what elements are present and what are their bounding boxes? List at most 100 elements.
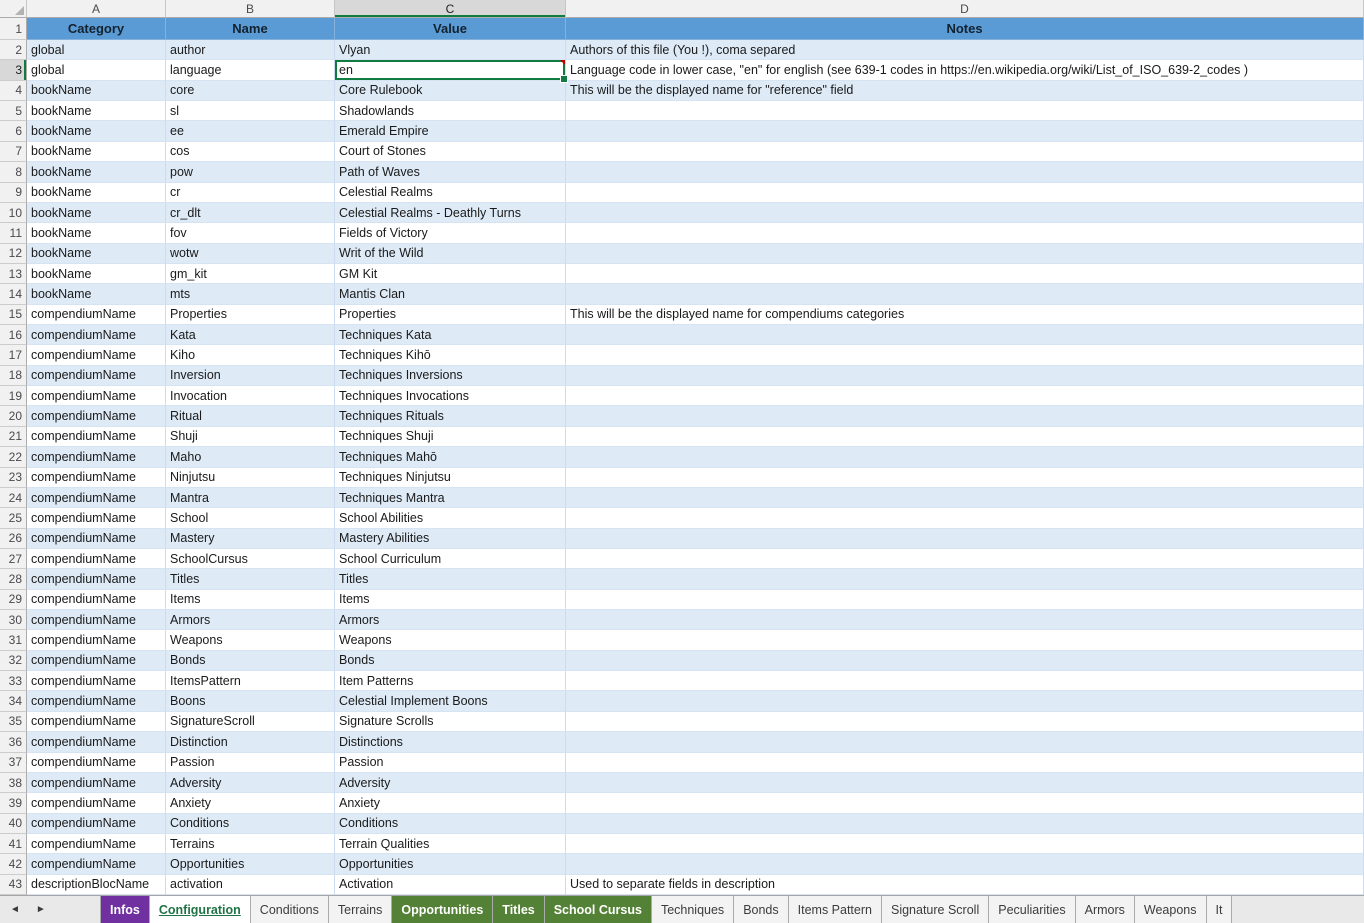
cell-C18[interactable]: Techniques Inversions <box>335 366 566 386</box>
cell-C16[interactable]: Techniques Kata <box>335 325 566 345</box>
cell-C33[interactable]: Item Patterns <box>335 671 566 691</box>
row-header-23[interactable]: 23 <box>0 468 27 488</box>
cell-B27[interactable]: SchoolCursus <box>166 549 335 569</box>
cell-A34[interactable]: compendiumName <box>27 691 166 711</box>
cell-D25[interactable] <box>566 508 1364 528</box>
cell-A19[interactable]: compendiumName <box>27 386 166 406</box>
cell-B28[interactable]: Titles <box>166 569 335 589</box>
cell-A5[interactable]: bookName <box>27 101 166 121</box>
cell-D38[interactable] <box>566 773 1364 793</box>
row-header-42[interactable]: 42 <box>0 854 27 874</box>
cell-A38[interactable]: compendiumName <box>27 773 166 793</box>
cell-D33[interactable] <box>566 671 1364 691</box>
cell-D2[interactable]: Authors of this file (You !), coma separ… <box>566 40 1364 60</box>
cell-A6[interactable]: bookName <box>27 121 166 141</box>
cell-A17[interactable]: compendiumName <box>27 345 166 365</box>
row-header-26[interactable]: 26 <box>0 529 27 549</box>
header-cell-name[interactable]: Name <box>166 18 335 40</box>
cell-B13[interactable]: gm_kit <box>166 264 335 284</box>
cell-C31[interactable]: Weapons <box>335 630 566 650</box>
row-header-20[interactable]: 20 <box>0 406 27 426</box>
cell-C22[interactable]: Techniques Mahō <box>335 447 566 467</box>
cell-B10[interactable]: cr_dlt <box>166 203 335 223</box>
cell-A30[interactable]: compendiumName <box>27 610 166 630</box>
cell-C41[interactable]: Terrain Qualities <box>335 834 566 854</box>
cell-D36[interactable] <box>566 732 1364 752</box>
sheet-tab-terrains[interactable]: Terrains <box>329 896 392 923</box>
row-header-33[interactable]: 33 <box>0 671 27 691</box>
cell-B29[interactable]: Items <box>166 590 335 610</box>
cell-C8[interactable]: Path of Waves <box>335 162 566 182</box>
cell-A32[interactable]: compendiumName <box>27 651 166 671</box>
cell-A14[interactable]: bookName <box>27 284 166 304</box>
cell-B43[interactable]: activation <box>166 875 335 895</box>
cell-B38[interactable]: Adversity <box>166 773 335 793</box>
cell-D13[interactable] <box>566 264 1364 284</box>
cell-A4[interactable]: bookName <box>27 81 166 101</box>
cell-A37[interactable]: compendiumName <box>27 753 166 773</box>
row-header-4[interactable]: 4 <box>0 81 27 101</box>
cell-B36[interactable]: Distinction <box>166 732 335 752</box>
cell-D23[interactable] <box>566 468 1364 488</box>
cell-A42[interactable]: compendiumName <box>27 854 166 874</box>
cell-C26[interactable]: Mastery Abilities <box>335 529 566 549</box>
cell-A25[interactable]: compendiumName <box>27 508 166 528</box>
cell-B20[interactable]: Ritual <box>166 406 335 426</box>
cell-B12[interactable]: wotw <box>166 244 335 264</box>
cell-C10[interactable]: Celestial Realms - Deathly Turns <box>335 203 566 223</box>
sheet-nav-right-icon[interactable]: ► <box>36 904 46 915</box>
cell-D8[interactable] <box>566 162 1364 182</box>
row-header-30[interactable]: 30 <box>0 610 27 630</box>
cell-C24[interactable]: Techniques Mantra <box>335 488 566 508</box>
cell-B16[interactable]: Kata <box>166 325 335 345</box>
cell-B21[interactable]: Shuji <box>166 427 335 447</box>
row-header-28[interactable]: 28 <box>0 569 27 589</box>
cell-B14[interactable]: mts <box>166 284 335 304</box>
row-header-12[interactable]: 12 <box>0 244 27 264</box>
cell-D29[interactable] <box>566 590 1364 610</box>
row-header-39[interactable]: 39 <box>0 793 27 813</box>
cell-A28[interactable]: compendiumName <box>27 569 166 589</box>
sheet-tab-conditions[interactable]: Conditions <box>251 896 329 923</box>
row-header-5[interactable]: 5 <box>0 101 27 121</box>
sheet-tab-opportunities[interactable]: Opportunities <box>392 896 493 923</box>
cell-C34[interactable]: Celestial Implement Boons <box>335 691 566 711</box>
cell-B33[interactable]: ItemsPattern <box>166 671 335 691</box>
cell-A35[interactable]: compendiumName <box>27 712 166 732</box>
cell-D20[interactable] <box>566 406 1364 426</box>
cell-C43[interactable]: Activation <box>335 875 566 895</box>
cell-A40[interactable]: compendiumName <box>27 814 166 834</box>
row-header-37[interactable]: 37 <box>0 753 27 773</box>
cell-D9[interactable] <box>566 183 1364 203</box>
cell-A27[interactable]: compendiumName <box>27 549 166 569</box>
cell-B9[interactable]: cr <box>166 183 335 203</box>
cell-B30[interactable]: Armors <box>166 610 335 630</box>
row-header-22[interactable]: 22 <box>0 447 27 467</box>
cell-C30[interactable]: Armors <box>335 610 566 630</box>
cell-A18[interactable]: compendiumName <box>27 366 166 386</box>
column-header-d[interactable]: D <box>566 0 1364 18</box>
row-header-14[interactable]: 14 <box>0 284 27 304</box>
row-header-36[interactable]: 36 <box>0 732 27 752</box>
cell-D42[interactable] <box>566 854 1364 874</box>
cell-C40[interactable]: Conditions <box>335 814 566 834</box>
column-header-b[interactable]: B <box>166 0 335 18</box>
cell-B19[interactable]: Invocation <box>166 386 335 406</box>
cell-B5[interactable]: sl <box>166 101 335 121</box>
cell-B37[interactable]: Passion <box>166 753 335 773</box>
cell-C19[interactable]: Techniques Invocations <box>335 386 566 406</box>
cell-A2[interactable]: global <box>27 40 166 60</box>
row-header-16[interactable]: 16 <box>0 325 27 345</box>
row-header-27[interactable]: 27 <box>0 549 27 569</box>
row-header-17[interactable]: 17 <box>0 345 27 365</box>
cell-C32[interactable]: Bonds <box>335 651 566 671</box>
row-header-6[interactable]: 6 <box>0 121 27 141</box>
cell-C12[interactable]: Writ of the Wild <box>335 244 566 264</box>
cell-A9[interactable]: bookName <box>27 183 166 203</box>
row-header-11[interactable]: 11 <box>0 223 27 243</box>
row-header-15[interactable]: 15 <box>0 305 27 325</box>
cell-D27[interactable] <box>566 549 1364 569</box>
cell-D7[interactable] <box>566 142 1364 162</box>
cell-D16[interactable] <box>566 325 1364 345</box>
cell-B22[interactable]: Maho <box>166 447 335 467</box>
